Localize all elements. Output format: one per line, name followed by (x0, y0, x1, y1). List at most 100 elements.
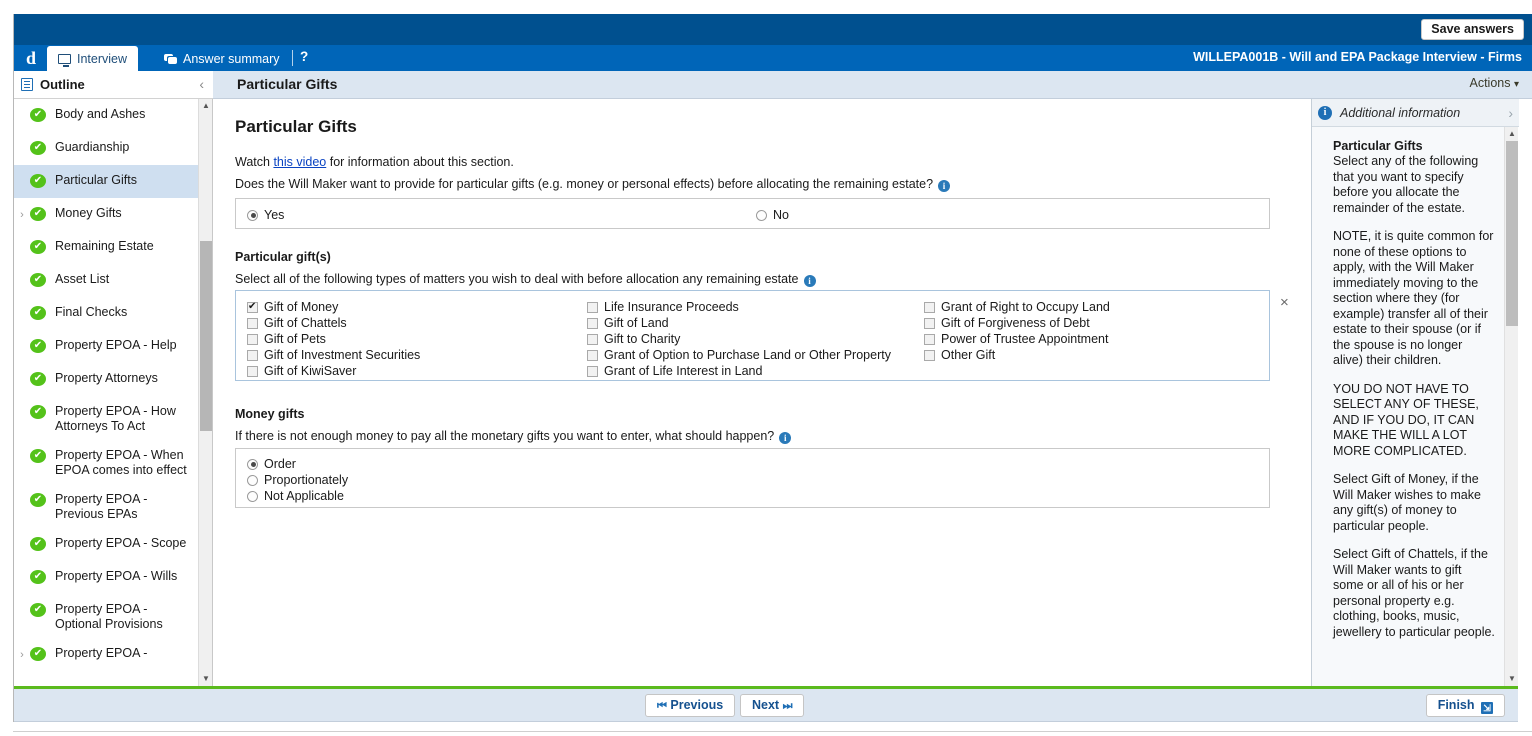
checkbox-label: Gift of KiwiSaver (264, 364, 357, 378)
radio-indicator[interactable] (247, 474, 258, 486)
checkbox-grant-of-right-to-occupy-land[interactable]: Grant of Right to Occupy Land (924, 299, 1110, 315)
checkbox-other-gift[interactable]: Other Gift (924, 347, 1110, 363)
radio-label: Proportionately (264, 473, 349, 487)
radio-label: Not Applicable (264, 489, 344, 503)
checkbox-indicator[interactable] (587, 333, 598, 345)
checkbox-indicator[interactable] (587, 349, 598, 361)
sidebar-item-property-epoa-help[interactable]: ✔ Property EPOA - Help (14, 330, 199, 363)
checkbox-grant-of-life-interest-in-land[interactable]: Grant of Life Interest in Land (587, 363, 891, 379)
checkbox-indicator[interactable] (924, 349, 935, 361)
question-1-label: Does the Will Maker want to provide for … (235, 177, 934, 191)
info-paragraph: Select Gift of Chattels, if the Will Mak… (1333, 547, 1495, 639)
checkbox-indicator[interactable] (247, 301, 258, 313)
checkbox-gift-of-money[interactable]: Gift of Money (247, 299, 420, 315)
outline-sidebar[interactable]: ✔ Body and Ashes ✔ Guardianship ✔ Particular … (14, 99, 213, 686)
scroll-down-icon[interactable]: ▼ (199, 672, 212, 686)
previous-button[interactable]: ⏮ Previous (645, 694, 736, 717)
checkbox-gift-of-pets[interactable]: Gift of Pets (247, 331, 420, 347)
checkbox-gift-of-kiwisaver[interactable]: Gift of KiwiSaver (247, 363, 420, 379)
sidebar-item-property-epoa-when-epoa-comes-into-effect[interactable]: ✔ Property EPOA - When EPOA comes into ef… (14, 440, 199, 484)
info-icon-question-3[interactable]: i (779, 432, 792, 444)
radio-yes-indicator[interactable] (247, 209, 258, 221)
radio-not-applicable[interactable]: Not Applicable (247, 488, 1269, 504)
radio-proportionately[interactable]: Proportionately (247, 472, 1269, 488)
checkbox-gift-of-chattels[interactable]: Gift of Chattels (247, 315, 420, 331)
sidebar-item-property-epoa[interactable]: › ✔ Property EPOA - (14, 638, 199, 671)
sidebar-scrollbar[interactable]: ▲ ▼ (198, 99, 212, 686)
sidebar-item-money-gifts[interactable]: › ✔ Money Gifts (14, 198, 199, 231)
sidebar-item-particular-gifts[interactable]: ✔ Particular Gifts (14, 165, 199, 198)
help-button[interactable]: ? (300, 49, 308, 64)
info-scroll-up-icon[interactable]: ▲ (1505, 127, 1519, 141)
checkbox-indicator[interactable] (587, 301, 598, 313)
outline-header-label: Outline (40, 77, 85, 92)
status-complete-icon: ✔ (30, 306, 46, 320)
checkbox-indicator[interactable] (924, 317, 935, 329)
radio-yes[interactable]: Yes (247, 208, 284, 222)
checkbox-indicator[interactable] (247, 349, 258, 361)
info-scroll-down-icon[interactable]: ▼ (1505, 672, 1519, 686)
sidebar-item-label: Body and Ashes (55, 107, 146, 121)
save-answers-button[interactable]: Save answers (1421, 19, 1524, 40)
status-complete-icon: ✔ (30, 240, 46, 254)
close-icon[interactable]: × (1280, 295, 1289, 310)
checkbox-indicator[interactable] (587, 365, 598, 377)
question-2-text: Select all of the following types of mat… (235, 272, 816, 287)
checkbox-indicator[interactable] (924, 301, 935, 313)
checkbox-power-of-trustee-appointment[interactable]: Power of Trustee Appointment (924, 331, 1110, 347)
sidebar-item-property-epoa-how-attorneys-to-act[interactable]: ✔ Property EPOA - How Attorneys To Act (14, 396, 199, 440)
checkbox-indicator[interactable] (587, 317, 598, 329)
info-panel-scrollbar[interactable]: ▲ ▼ (1504, 127, 1518, 686)
checkbox-gift-of-forgiveness-of-debt[interactable]: Gift of Forgiveness of Debt (924, 315, 1110, 331)
info-icon-question-2[interactable]: i (803, 275, 816, 287)
checkbox-gift-of-investment-securities[interactable]: Gift of Investment Securities (247, 347, 420, 363)
sidebar-item-label: Remaining Estate (55, 239, 154, 253)
watch-suffix: for information about this section. (326, 155, 514, 169)
chevron-left-icon[interactable]: ‹ (199, 76, 204, 92)
checkbox-life-insurance-proceeds[interactable]: Life Insurance Proceeds (587, 299, 891, 315)
radio-no-indicator[interactable] (756, 209, 767, 221)
status-complete-icon: ✔ (30, 141, 46, 155)
footer-bar: ⏮ Previous Next ⏭ Finish ⇲ (14, 689, 1518, 722)
chevron-right-icon[interactable]: › (1508, 105, 1513, 121)
sidebar-item-property-attorneys[interactable]: ✔ Property Attorneys (14, 363, 199, 396)
checkbox-column-2: Life Insurance Proceeds Gift of Land Gift … (587, 299, 891, 379)
checkbox-gift-to-charity[interactable]: Gift to Charity (587, 331, 891, 347)
chevron-right-icon[interactable]: › (14, 206, 30, 223)
next-button[interactable]: Next ⏭ (740, 694, 805, 717)
sidebar-item-guardianship[interactable]: ✔ Guardianship (14, 132, 199, 165)
checkbox-indicator[interactable] (247, 333, 258, 345)
checkbox-indicator[interactable] (924, 333, 935, 345)
tab-answer-summary[interactable]: Answer summary (153, 46, 291, 71)
sidebar-item-property-epoa-previous-epas[interactable]: ✔ Property EPOA - Previous EPAs (14, 484, 199, 528)
additional-information-header: i Additional information › (1312, 99, 1519, 127)
info-panel-scrollbar-thumb[interactable] (1506, 141, 1518, 326)
sidebar-item-final-checks[interactable]: ✔ Final Checks (14, 297, 199, 330)
tab-interview[interactable]: Interview (47, 46, 139, 71)
this-video-link[interactable]: this video (273, 155, 326, 169)
checkbox-label: Power of Trustee Appointment (941, 332, 1109, 346)
sidebar-item-property-epoa-wills[interactable]: ✔ Property EPOA - Wills (14, 561, 199, 594)
sidebar-item-asset-list[interactable]: ✔ Asset List (14, 264, 199, 297)
radio-indicator[interactable] (247, 490, 258, 502)
question-3-label: If there is not enough money to pay all … (235, 429, 775, 443)
sidebar-item-property-epoa-optional-provisions[interactable]: ✔ Property EPOA - Optional Provisions (14, 594, 199, 638)
radio-indicator[interactable] (247, 458, 258, 470)
sidebar-item-property-epoa-scope[interactable]: ✔ Property EPOA - Scope (14, 528, 199, 561)
sidebar-scrollbar-thumb[interactable] (200, 241, 212, 431)
checkbox-indicator[interactable] (247, 317, 258, 329)
radio-order[interactable]: Order (247, 456, 1269, 472)
checkbox-grant-of-option-to-purchase-land-or-other-property[interactable]: Grant of Option to Purchase Land or Othe… (587, 347, 891, 363)
info-icon-question-1[interactable]: i (938, 180, 951, 192)
actions-menu-button[interactable]: Actions ▾ (1469, 76, 1519, 90)
checkbox-indicator[interactable] (247, 365, 258, 377)
scroll-up-icon[interactable]: ▲ (199, 99, 212, 113)
checkbox-gift-of-land[interactable]: Gift of Land (587, 315, 891, 331)
sidebar-item-body-and-ashes[interactable]: ✔ Body and Ashes (14, 99, 199, 132)
finish-button[interactable]: Finish ⇲ (1425, 694, 1505, 717)
money-gifts-label: Money gifts (235, 407, 305, 421)
chevron-right-icon[interactable]: › (14, 646, 30, 663)
sidebar-item-remaining-estate[interactable]: ✔ Remaining Estate (14, 231, 199, 264)
radio-no[interactable]: No (756, 208, 789, 222)
